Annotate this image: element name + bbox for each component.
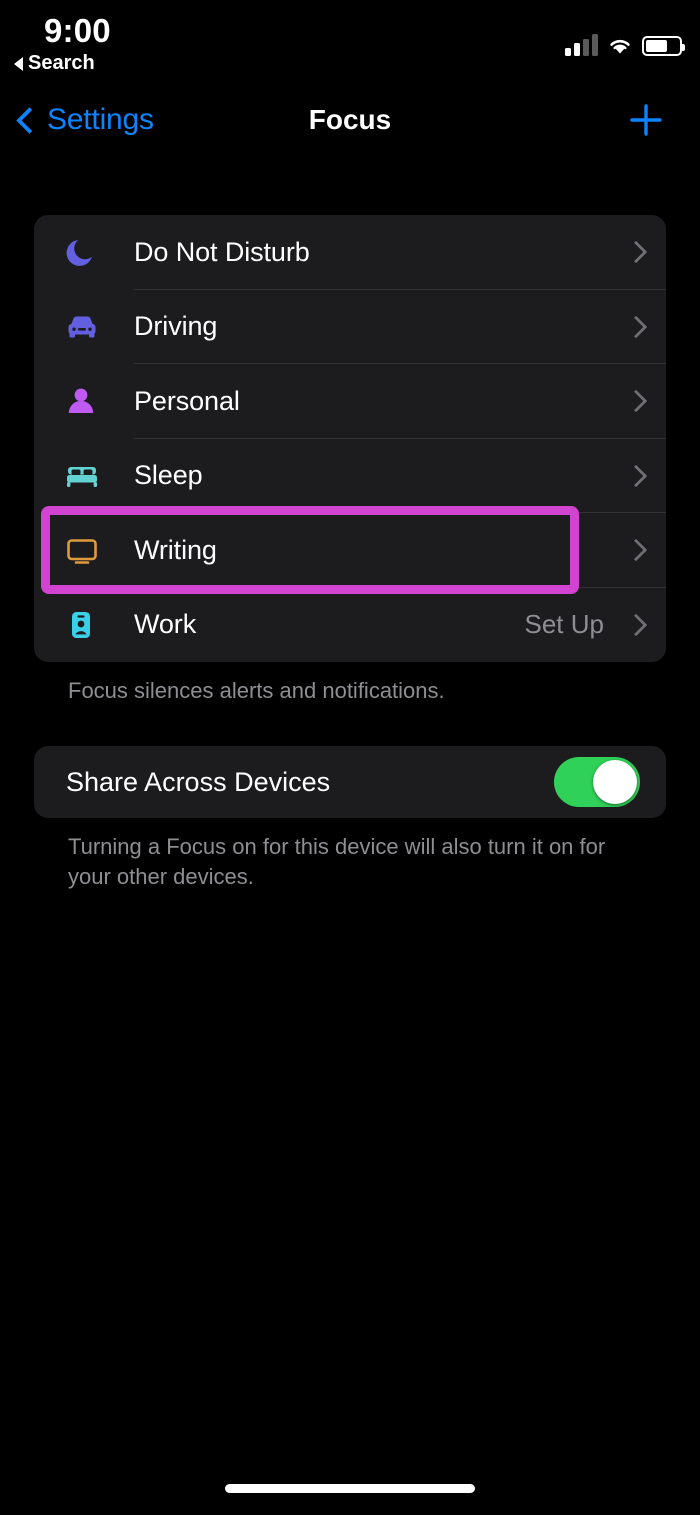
focus-list-card: Do Not Disturb Driving Personal Sleep Wr… <box>34 215 666 662</box>
focus-row-driving[interactable]: Driving <box>34 290 666 364</box>
navigation-bar: Focus Settings <box>0 90 700 150</box>
bed-icon <box>62 457 134 495</box>
add-focus-button[interactable] <box>626 90 666 150</box>
battery-fill <box>646 40 667 52</box>
status-bar-indicators <box>565 26 685 56</box>
chevron-right-icon <box>618 464 654 488</box>
focus-row-personal[interactable]: Personal <box>34 364 666 439</box>
focus-row-label: Writing <box>134 534 217 565</box>
focus-row-label: Do Not Disturb <box>134 236 310 267</box>
chevron-right-icon <box>618 389 654 413</box>
display-icon <box>62 531 134 569</box>
car-icon <box>62 308 134 346</box>
focus-row-label: Work <box>134 609 197 640</box>
moon-icon <box>62 233 134 271</box>
settings-content: Do Not Disturb Driving Personal Sleep Wr… <box>0 160 700 892</box>
share-across-devices-label: Share Across Devices <box>66 766 331 797</box>
triangle-left-icon <box>14 56 23 71</box>
toggle-knob <box>593 760 637 804</box>
chevron-right-icon <box>618 315 654 339</box>
focus-row-label: Sleep <box>134 460 203 491</box>
focus-row-label: Personal <box>134 385 240 416</box>
plus-icon <box>630 104 662 136</box>
status-bar-back-label: Search <box>28 52 95 74</box>
back-button-label: Settings <box>47 103 154 136</box>
focus-row-writing[interactable]: Writing <box>34 513 666 588</box>
focus-row-do-not-disturb[interactable]: Do Not Disturb <box>34 215 666 290</box>
focus-row-work[interactable]: Work Set Up <box>34 588 666 663</box>
wifi-icon <box>607 36 633 56</box>
chevron-right-icon <box>618 538 654 562</box>
status-time: 9:00 <box>44 12 111 49</box>
person-icon <box>62 382 134 420</box>
focus-row-value: Set Up <box>524 609 605 640</box>
share-section-footnote: Turning a Focus on for this device will … <box>68 834 606 889</box>
focus-row-label: Driving <box>134 311 218 342</box>
back-button[interactable]: Settings <box>16 90 154 150</box>
status-bar: 9:00 Search <box>0 0 700 86</box>
home-indicator <box>225 1484 475 1493</box>
chevron-right-icon <box>618 613 654 637</box>
focus-row-sleep[interactable]: Sleep <box>34 439 666 513</box>
share-across-devices-row[interactable]: Share Across Devices <box>34 746 666 818</box>
chevron-right-icon <box>618 240 654 264</box>
status-bar-back-to-search[interactable]: Search <box>14 52 95 75</box>
share-across-devices-toggle[interactable] <box>554 757 640 807</box>
focus-list-footnote: Focus silences alerts and notifications. <box>68 678 445 703</box>
battery-icon <box>642 36 685 56</box>
cellular-signal-icon <box>565 34 598 56</box>
id-badge-icon <box>62 606 134 644</box>
chevron-left-icon <box>16 106 43 134</box>
